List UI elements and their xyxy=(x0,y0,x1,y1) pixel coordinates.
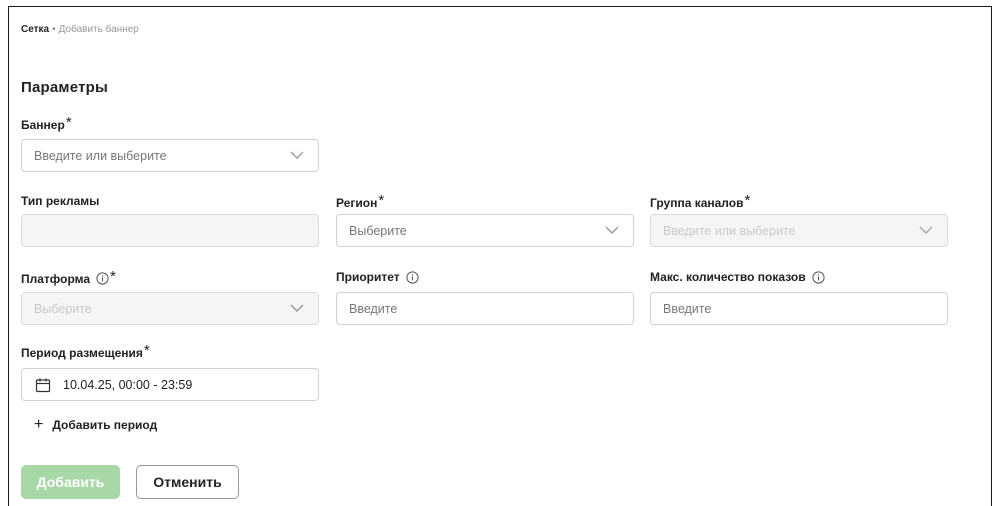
platform-label: Платформа * xyxy=(21,268,116,287)
channel-group-placeholder: Введите или выберите xyxy=(663,223,796,238)
chevron-down-icon xyxy=(290,303,304,313)
chevron-down-icon xyxy=(919,225,933,235)
platform-label-text: Платформа xyxy=(21,271,91,286)
ad-type-label-text: Тип рекламы xyxy=(21,194,100,208)
info-icon[interactable] xyxy=(811,270,825,284)
priority-placeholder: Введите xyxy=(349,301,398,316)
max-impressions-label-text: Макс. количество показов xyxy=(650,270,806,284)
required-mark: * xyxy=(110,268,116,285)
priority-input[interactable]: Введите xyxy=(336,292,634,325)
chevron-down-icon xyxy=(605,225,619,235)
region-label: Регион * xyxy=(336,192,385,211)
max-impressions-placeholder: Введите xyxy=(663,301,712,316)
calendar-icon xyxy=(35,377,51,393)
region-placeholder: Выберите xyxy=(349,223,407,238)
platform-placeholder: Выберите xyxy=(34,301,92,316)
banner-placeholder: Введите или выберите xyxy=(34,148,167,163)
priority-label-text: Приоритет xyxy=(336,270,400,284)
platform-select: Выберите xyxy=(21,292,319,325)
required-mark: * xyxy=(744,192,751,209)
banner-select[interactable]: Введите или выберите xyxy=(21,139,319,172)
section-title: Параметры xyxy=(21,79,108,96)
add-period-button[interactable]: + Добавить период xyxy=(34,417,157,433)
ad-type-field xyxy=(21,214,319,247)
period-value: 10.04.25, 00:00 - 23:59 xyxy=(63,377,193,392)
breadcrumb-separator: • xyxy=(52,24,56,35)
info-icon[interactable] xyxy=(96,272,109,285)
channel-group-label-text: Группа каналов xyxy=(650,195,744,210)
chevron-down-icon xyxy=(290,150,304,160)
cancel-button[interactable]: Отменить xyxy=(136,465,239,499)
priority-label: Приоритет xyxy=(336,270,419,284)
required-mark: * xyxy=(143,342,150,359)
breadcrumb-root-link[interactable]: Сетка xyxy=(21,24,49,35)
breadcrumb: Сетка • Добавить баннер xyxy=(21,24,139,35)
channel-group-label: Группа каналов * xyxy=(650,192,751,211)
required-mark: * xyxy=(378,192,385,209)
breadcrumb-current: Добавить баннер xyxy=(58,24,139,35)
info-icon[interactable] xyxy=(406,270,419,284)
region-select[interactable]: Выберите xyxy=(336,214,634,247)
channel-group-select: Введите или выберите xyxy=(650,214,948,247)
region-label-text: Регион xyxy=(336,195,378,210)
add-period-label: Добавить период xyxy=(52,418,158,432)
add-button[interactable]: Добавить xyxy=(21,465,120,499)
period-label: Период размещения * xyxy=(21,342,150,361)
banner-label: Баннер * xyxy=(21,114,72,133)
period-label-text: Период размещения xyxy=(21,345,143,360)
max-impressions-input[interactable]: Введите xyxy=(650,292,948,325)
required-mark: * xyxy=(65,114,72,131)
period-date-picker[interactable]: 10.04.25, 00:00 - 23:59 xyxy=(21,368,319,401)
banner-label-text: Баннер xyxy=(21,117,65,132)
plus-icon: + xyxy=(34,416,44,433)
max-impressions-label: Макс. количество показов xyxy=(650,270,825,284)
ad-type-label: Тип рекламы xyxy=(21,194,99,208)
